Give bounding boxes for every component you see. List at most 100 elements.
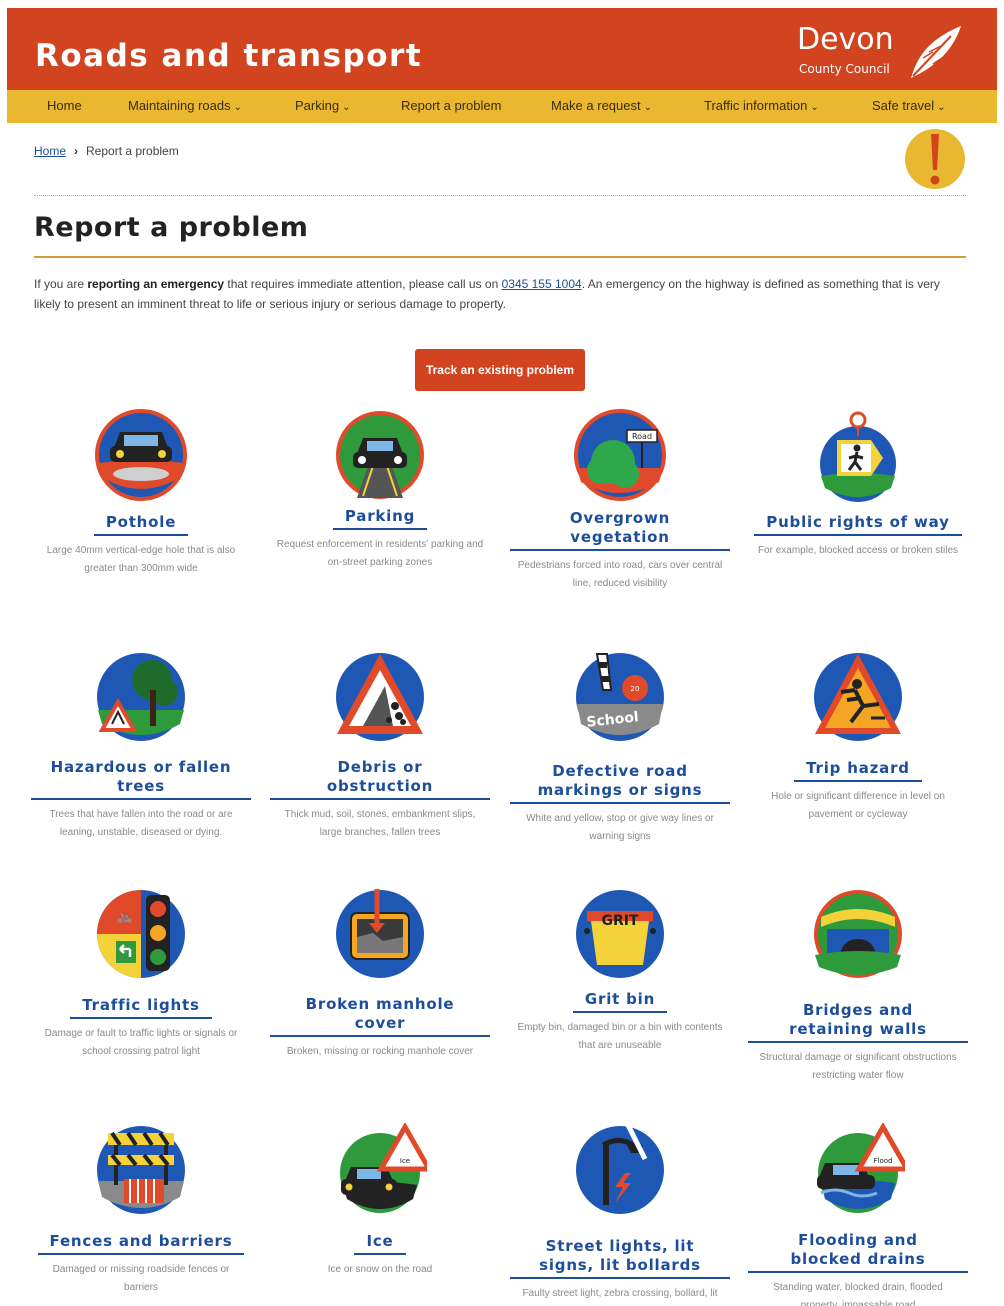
breadcrumb-divider xyxy=(34,195,966,196)
debris-icon xyxy=(336,653,424,741)
category-description: Damaged or missing roadside fences or ba… xyxy=(52,1264,230,1293)
category-card-public-rights-of-way[interactable]: Public rights of way For example, blocke… xyxy=(748,410,968,560)
category-card-traffic-lights[interactable]: 🚲 Traffic lights Damage or fault to traf… xyxy=(31,887,251,1061)
category-label[interactable]: Hazardous or fallen trees xyxy=(31,758,251,800)
chevron-down-icon: ⌄ xyxy=(937,102,946,113)
bridge-icon xyxy=(814,890,902,978)
svg-text:Flood: Flood xyxy=(874,1157,893,1165)
breadcrumb-current: Report a problem xyxy=(86,144,179,158)
flooding-icon: Flood xyxy=(817,1123,905,1213)
traffic-lights-icon: 🚲 xyxy=(97,890,185,978)
vegetation-icon: Road xyxy=(574,409,666,501)
emergency-bold-text: reporting an emergency xyxy=(87,277,225,291)
category-description: Ice or snow on the road xyxy=(327,1264,433,1275)
road-markings-icon: 20 School xyxy=(576,653,664,741)
chevron-down-icon: ⌄ xyxy=(342,102,351,113)
category-label[interactable]: Public rights of way xyxy=(754,513,962,536)
category-description: For example, blocked access or broken st… xyxy=(757,545,959,556)
category-label[interactable]: Overgrown vegetation xyxy=(510,509,730,551)
chevron-down-icon: ⌄ xyxy=(810,102,819,113)
category-description: Structural damage or significant obstruc… xyxy=(759,1052,957,1081)
svg-text:Ice: Ice xyxy=(400,1157,410,1165)
fence-icon xyxy=(97,1126,185,1214)
svg-text:Road: Road xyxy=(632,432,652,441)
category-description: Standing water, blocked drain, flooded p… xyxy=(773,1282,943,1306)
category-label[interactable]: Fences and barriers xyxy=(37,1232,245,1255)
nav-home[interactable]: Home xyxy=(47,98,82,113)
trip-hazard-icon xyxy=(814,653,902,741)
category-description: Large 40mm vertical-edge hole that is al… xyxy=(46,545,236,574)
emergency-phone-link[interactable]: 0345 155 1004 xyxy=(502,277,582,291)
category-description: Empty bin, damaged bin or a bin with con… xyxy=(517,1022,723,1051)
svg-text:🚲: 🚲 xyxy=(116,909,133,925)
category-label[interactable]: Street lights, lit signs, lit bollards xyxy=(510,1237,730,1279)
category-card-bridges[interactable]: Bridges and retaining walls Structural d… xyxy=(748,887,968,1085)
category-card-parking[interactable]: Parking Request enforcement in residents… xyxy=(270,408,490,572)
street-light-icon xyxy=(576,1123,664,1214)
category-description: Faulty street light, zebra crossing, bol… xyxy=(522,1288,718,1299)
category-description: Request enforcement in residents' parkin… xyxy=(276,539,484,568)
category-label[interactable]: Pothole xyxy=(93,513,189,536)
category-card-street-lights[interactable]: Street lights, lit signs, lit bollards F… xyxy=(510,1123,730,1306)
category-description: Trees that have fallen into the road or … xyxy=(49,809,233,838)
category-card-flooding[interactable]: Flood Flooding and blocked drains Standi… xyxy=(748,1123,968,1306)
leaf-icon xyxy=(911,26,961,78)
category-card-ice[interactable]: Ice Ice Ice or snow on the road xyxy=(270,1123,490,1279)
category-label[interactable]: Defective road markings or signs xyxy=(510,762,730,804)
parking-icon xyxy=(336,411,424,499)
grit-bin-icon: GRIT xyxy=(576,890,664,978)
category-card-trip-hazard[interactable]: Trip hazard Hole or significant differen… xyxy=(748,650,968,824)
breadcrumb-home-link[interactable]: Home xyxy=(34,144,66,158)
category-label[interactable]: Trip hazard xyxy=(794,759,922,782)
category-label[interactable]: Parking xyxy=(332,507,428,530)
category-description: Hole or significant difference in level … xyxy=(771,791,945,820)
category-label[interactable]: Grit bin xyxy=(572,990,668,1013)
category-label[interactable]: Traffic lights xyxy=(70,996,212,1019)
nav-traffic-information[interactable]: Traffic information ⌄ xyxy=(704,98,819,113)
category-card-grit-bin[interactable]: GRIT Grit bin Empty bin, damaged bin or … xyxy=(510,887,730,1055)
category-description: Broken, missing or rocking manhole cover xyxy=(286,1046,474,1057)
category-label[interactable]: Broken manhole cover xyxy=(270,995,490,1037)
category-label[interactable]: Flooding and blocked drains xyxy=(748,1231,968,1273)
chevron-down-icon: ⌄ xyxy=(643,102,652,113)
logo-council-text: County Council xyxy=(799,62,890,76)
category-label[interactable]: Debris or obstruction xyxy=(270,758,490,800)
rights-of-way-icon xyxy=(820,411,896,502)
nav-maintaining-roads[interactable]: Maintaining roads ⌄ xyxy=(128,98,242,113)
category-card-overgrown-vegetation[interactable]: Road Overgrown vegetation Pedestrians fo… xyxy=(510,408,730,593)
site-header: Roads and transport Devon County Council xyxy=(7,8,997,90)
page-title: Report a problem xyxy=(34,212,309,243)
breadcrumb: Home › Report a problem xyxy=(34,144,179,158)
breadcrumb-separator-icon: › xyxy=(74,144,79,158)
ice-icon: Ice xyxy=(340,1123,427,1213)
main-nav: Home Maintaining roads ⌄ Parking ⌄ Report … xyxy=(7,90,997,123)
category-description: Pedestrians forced into road, cars over … xyxy=(517,560,723,589)
nav-parking[interactable]: Parking ⌄ xyxy=(295,98,350,113)
category-card-pothole[interactable]: Pothole Large 40mm vertical-edge hole th… xyxy=(31,408,251,578)
category-description: Thick mud, soil, stones, embankment slip… xyxy=(284,809,476,838)
chevron-down-icon: ⌄ xyxy=(233,102,243,113)
track-existing-problem-button[interactable]: Track an existing problem xyxy=(415,349,585,391)
category-card-fences[interactable]: Fences and barriers Damaged or missing r… xyxy=(31,1123,251,1297)
svg-text:GRIT: GRIT xyxy=(601,913,638,929)
svg-text:20: 20 xyxy=(631,685,640,693)
emergency-notice: If you are reporting an emergency that r… xyxy=(34,277,940,311)
manhole-icon xyxy=(336,889,424,978)
category-description: White and yellow, stop or give way lines… xyxy=(526,813,714,842)
pothole-icon xyxy=(95,409,187,501)
category-card-debris[interactable]: Debris or obstruction Thick mud, soil, s… xyxy=(270,650,490,842)
nav-report-a-problem[interactable]: Report a problem xyxy=(401,98,501,113)
exclamation-alert-icon xyxy=(905,129,965,189)
fallen-tree-icon xyxy=(97,653,185,741)
category-card-manhole[interactable]: Broken manhole cover Broken, missing or … xyxy=(270,887,490,1061)
category-description: Damage or fault to traffic lights or sig… xyxy=(44,1028,238,1057)
category-card-hazardous-trees[interactable]: Hazardous or fallen trees Trees that hav… xyxy=(31,650,251,842)
nav-safe-travel[interactable]: Safe travel ⌄ xyxy=(872,98,946,113)
nav-make-a-request[interactable]: Make a request ⌄ xyxy=(551,98,652,113)
category-card-road-markings[interactable]: 20 School Defective road markings or sig… xyxy=(510,650,730,846)
category-label[interactable]: Bridges and retaining walls xyxy=(748,1001,968,1043)
category-label[interactable]: Ice xyxy=(354,1232,406,1255)
logo-devon-text: Devon xyxy=(797,22,894,57)
devon-logo[interactable]: Devon County Council xyxy=(797,18,967,82)
site-title[interactable]: Roads and transport xyxy=(35,38,422,74)
